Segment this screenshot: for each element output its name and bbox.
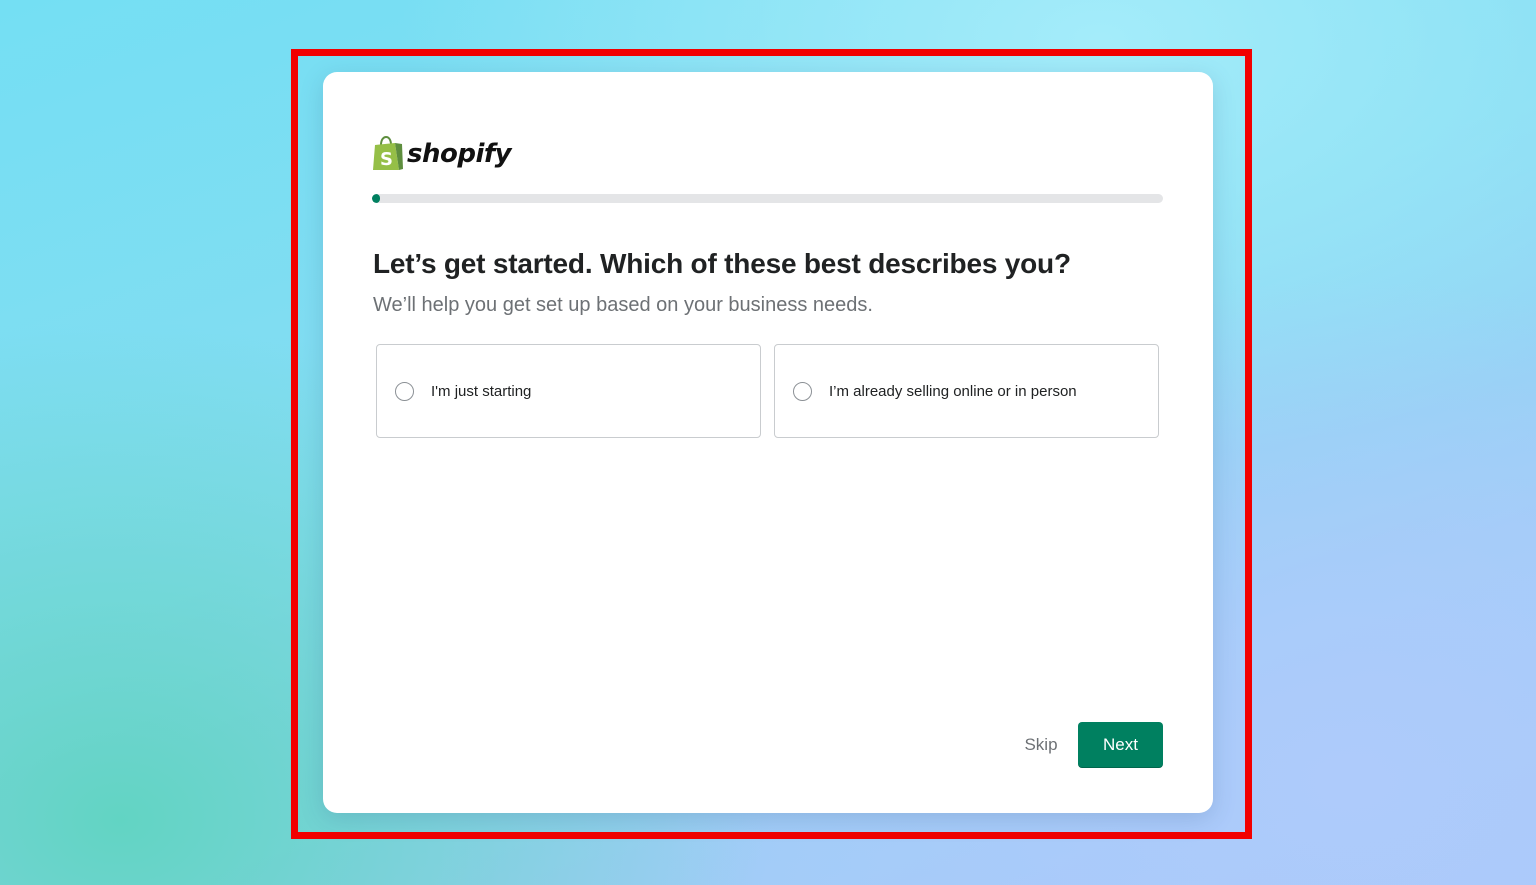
svg-text:S: S (380, 149, 393, 170)
option-label: I’m already selling online or in person (829, 382, 1077, 400)
radio-button[interactable] (395, 381, 414, 401)
next-button[interactable]: Next (1078, 722, 1163, 768)
option-just-starting[interactable]: I'm just starting (376, 344, 761, 438)
shopify-bag-icon: S (372, 136, 403, 171)
shopify-wordmark: shopify (407, 138, 512, 169)
onboarding-card: S shopify Let’s get started. Which of th… (323, 72, 1213, 813)
option-already-selling[interactable]: I’m already selling online or in person (774, 344, 1159, 438)
progress-bar (372, 194, 1163, 203)
page-subtitle: We’ll help you get set up based on your … (373, 294, 873, 316)
progress-bar-fill (372, 194, 380, 203)
page-title: Let’s get started. Which of these best d… (373, 248, 1071, 279)
shopify-logo: S shopify (372, 136, 512, 171)
option-label: I'm just starting (431, 382, 532, 400)
skip-button[interactable]: Skip (1013, 722, 1069, 768)
radio-button[interactable] (793, 381, 812, 401)
